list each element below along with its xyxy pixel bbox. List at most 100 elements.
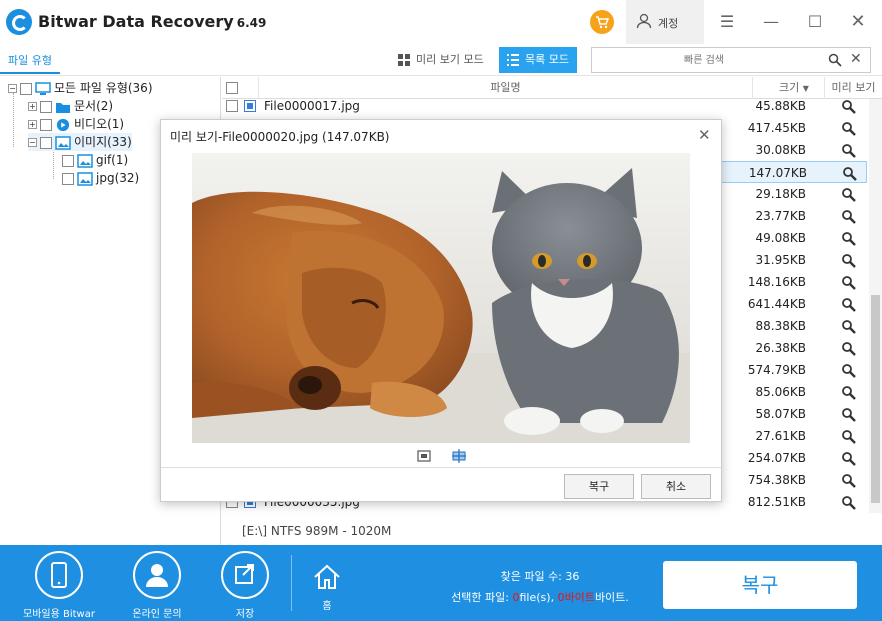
tree-checkbox[interactable] xyxy=(62,172,74,185)
list-mode-button[interactable]: 목록 모드 xyxy=(499,47,577,73)
tree-item-video[interactable]: + 비디오(1) xyxy=(28,115,124,133)
online-support-button[interactable]: 온라인 문의 xyxy=(112,551,202,621)
file-size: 58.07KB xyxy=(755,407,806,421)
scrollbar-thumb[interactable] xyxy=(871,295,880,503)
table-row[interactable]: File0000017.jpg 45.88KB xyxy=(222,95,867,117)
file-size: 27.61KB xyxy=(755,429,806,443)
tree-item-gif[interactable]: gif(1) xyxy=(62,151,128,169)
magnifier-icon[interactable] xyxy=(841,253,857,269)
magnifier-icon[interactable] xyxy=(841,99,857,115)
file-size: 641.44KB xyxy=(747,297,806,311)
magnifier-icon[interactable] xyxy=(841,187,857,203)
tree-item-documents[interactable]: + 문서(2) xyxy=(28,97,113,115)
close-button[interactable]: ✕ xyxy=(843,8,873,36)
magnifier-icon[interactable] xyxy=(841,341,857,357)
magnifier-icon[interactable] xyxy=(841,143,857,159)
collapse-icon[interactable]: − xyxy=(8,84,17,93)
home-icon xyxy=(314,564,340,589)
tree-checkbox[interactable] xyxy=(40,118,52,131)
preview-mode-label: 미리 보기 모드 xyxy=(416,53,484,66)
close-icon[interactable]: ✕ xyxy=(698,126,711,144)
magnifier-icon[interactable] xyxy=(842,166,858,182)
tree-checkbox[interactable] xyxy=(20,82,32,95)
save-label: 저장 xyxy=(235,609,255,620)
support-label: 온라인 문의 xyxy=(132,609,182,620)
recover-button[interactable]: 복구 xyxy=(663,561,857,609)
tree-item-jpg[interactable]: jpg(32) xyxy=(62,169,139,187)
magnifier-icon[interactable] xyxy=(841,407,857,423)
dialog-recover-button[interactable]: 복구 xyxy=(564,474,634,499)
tree-label: 비디오(1) xyxy=(74,117,125,131)
file-size: 85.06KB xyxy=(755,385,806,399)
bottom-bar: 모바일용 Bitwar 온라인 문의 저장 홈 찾은 파일 수: 36 선택한 … xyxy=(0,545,882,621)
tree-item-images[interactable]: − 이미지(33) xyxy=(28,133,132,151)
drive-info: [E:\] NTFS 989M - 1020M xyxy=(242,524,392,538)
file-size: 30.08KB xyxy=(755,143,806,157)
magnifier-icon[interactable] xyxy=(841,297,857,313)
magnifier-icon[interactable] xyxy=(841,319,857,335)
file-size: 417.45KB xyxy=(747,121,806,135)
home-label: 홈 xyxy=(322,601,332,612)
magnifier-icon[interactable] xyxy=(841,231,857,247)
preview-mode-button[interactable]: 미리 보기 모드 xyxy=(390,47,492,73)
save-button[interactable]: 저장 xyxy=(200,551,290,621)
magnifier-icon[interactable] xyxy=(841,385,857,401)
tree-item-all[interactable]: − 모든 파일 유형(36) xyxy=(8,79,153,97)
close-icon[interactable]: ✕ xyxy=(850,51,862,67)
magnifier-icon[interactable] xyxy=(841,495,857,511)
sort-down-icon: ▼ xyxy=(802,84,809,93)
account-button[interactable]: 계정 xyxy=(626,0,704,44)
maximize-button[interactable]: ☐ xyxy=(800,8,830,36)
size-header-label: 크기 xyxy=(779,81,800,94)
tree-checkbox[interactable] xyxy=(40,136,52,149)
tree-checkbox[interactable] xyxy=(40,100,52,113)
account-label: 계정 xyxy=(658,17,679,30)
mobile-label: 모바일용 Bitwar xyxy=(23,609,95,620)
image-file-icon xyxy=(244,100,256,112)
collapse-icon[interactable]: − xyxy=(28,138,37,147)
selected-files-unit: file(s), xyxy=(519,591,558,604)
tree-label: 문서(2) xyxy=(74,99,114,113)
tree-checkbox[interactable] xyxy=(62,154,74,167)
list-icon xyxy=(507,54,519,66)
tab-file-type[interactable]: 파일 유형 xyxy=(0,48,60,74)
list-mode-label: 목록 모드 xyxy=(525,53,569,66)
selected-bytes-word: 바이트 xyxy=(564,591,595,604)
magnifier-icon[interactable] xyxy=(841,363,857,379)
menu-icon[interactable]: ☰ xyxy=(712,8,742,36)
preview-image xyxy=(192,153,690,443)
minimize-button[interactable]: — xyxy=(756,8,786,36)
expand-icon[interactable]: + xyxy=(28,120,37,129)
toolbar: 파일 유형 미리 보기 모드 목록 모드 ✕ xyxy=(0,44,882,76)
magnifier-icon[interactable] xyxy=(841,451,857,467)
app-title: Bitwar Data Recovery 6.49 xyxy=(38,12,267,31)
selected-suffix: 바이트. xyxy=(594,591,629,604)
magnifier-icon[interactable] xyxy=(841,121,857,137)
zoom-actual-icon[interactable] xyxy=(451,449,467,463)
cart-icon[interactable] xyxy=(590,10,614,34)
magnifier-icon[interactable] xyxy=(841,473,857,489)
home-button[interactable]: 홈 xyxy=(282,551,372,621)
dialog-divider xyxy=(161,467,721,468)
image-icon xyxy=(77,153,93,168)
folder-icon xyxy=(56,102,70,113)
search-input[interactable] xyxy=(594,50,814,70)
magnifier-icon[interactable] xyxy=(841,209,857,225)
dialog-cancel-button[interactable]: 취소 xyxy=(641,474,711,499)
tree-line xyxy=(13,93,14,147)
selected-info: 선택한 파일: 0file(s), 0바이트바이트. xyxy=(400,589,680,605)
file-size: 754.38KB xyxy=(747,473,806,487)
zoom-fit-icon[interactable] xyxy=(417,449,431,463)
grid-icon xyxy=(398,54,410,66)
row-checkbox[interactable] xyxy=(226,100,238,112)
app-logo-icon xyxy=(6,9,32,35)
file-size: 23.77KB xyxy=(755,209,806,223)
tree-label: gif(1) xyxy=(96,153,129,167)
magnifier-icon[interactable] xyxy=(841,429,857,445)
expand-icon[interactable]: + xyxy=(28,102,37,111)
search-icon[interactable] xyxy=(828,53,842,67)
magnifier-icon[interactable] xyxy=(841,275,857,291)
select-all-checkbox[interactable] xyxy=(226,82,238,94)
app-version: 6.49 xyxy=(236,16,267,30)
mobile-bitwar-button[interactable]: 모바일용 Bitwar xyxy=(14,551,104,621)
